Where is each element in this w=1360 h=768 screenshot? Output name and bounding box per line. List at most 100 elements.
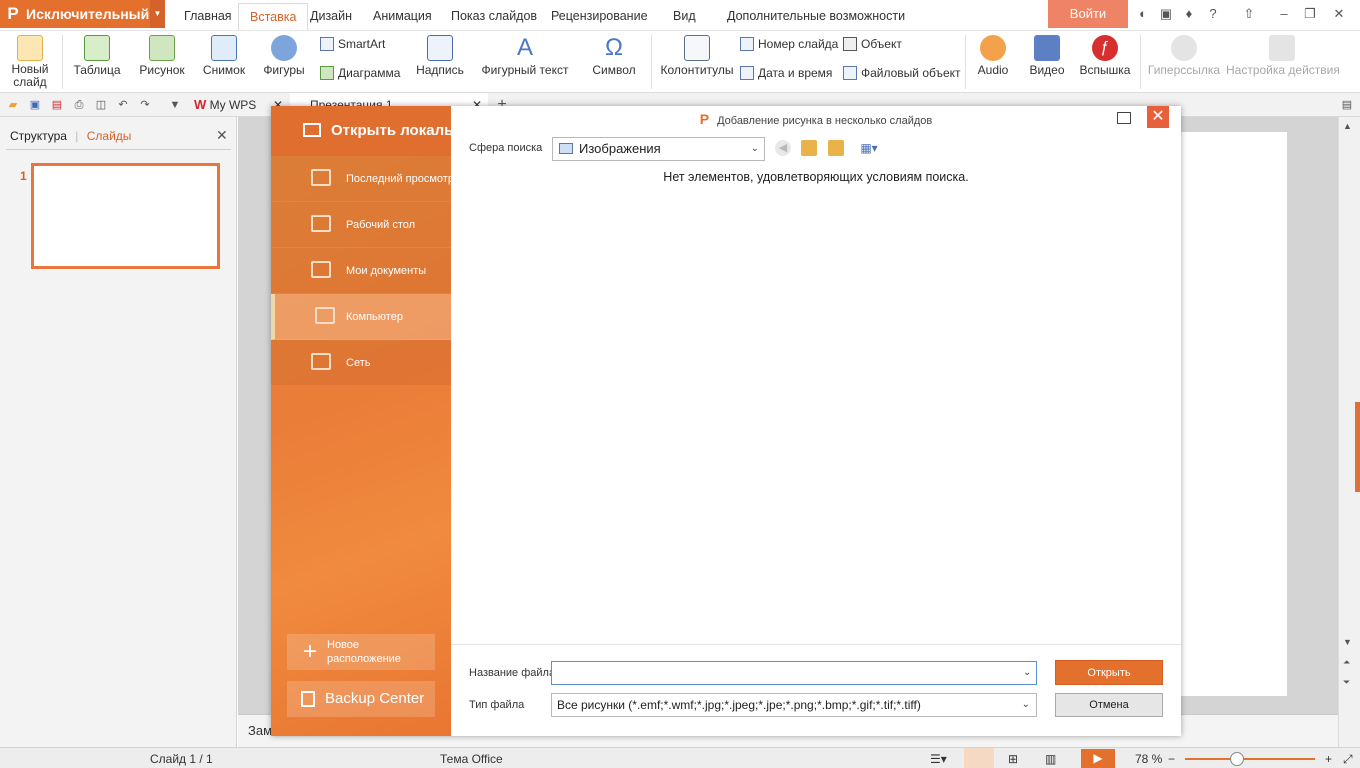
zoom-slider[interactable] (1185, 758, 1315, 760)
tab-design[interactable]: Дизайн (310, 9, 352, 23)
backup-icon (301, 691, 315, 707)
customize-dropdown-icon[interactable]: ▼ (168, 98, 182, 112)
fit-window-icon[interactable]: ⤢ (1343, 752, 1353, 767)
scope-select[interactable]: Изображения ⌄ (552, 137, 765, 161)
audio-button[interactable]: Audio (970, 31, 1016, 77)
shapes-button[interactable]: Фигуры (258, 31, 310, 77)
tab-home[interactable]: Главная (184, 9, 232, 23)
action-settings-button[interactable]: Настройка действия (1226, 31, 1340, 77)
cancel-button[interactable]: Отмена (1055, 693, 1163, 717)
textbox-button[interactable]: Надпись (410, 31, 470, 77)
video-button[interactable]: Видео (1022, 31, 1072, 77)
tab-slides[interactable]: Слайды (87, 129, 132, 143)
new-slide-button[interactable]: Новый слайд (4, 31, 56, 89)
print-preview-icon[interactable]: ◫ (94, 98, 108, 112)
backup-center-button[interactable]: Backup Center (287, 681, 435, 717)
reading-view-icon[interactable]: ▥ (1045, 752, 1056, 766)
object-button[interactable]: Объект (843, 37, 902, 51)
file-object-button[interactable]: Файловый объект (843, 66, 961, 80)
undo-icon[interactable]: ↶ (116, 98, 130, 112)
minimize-icon[interactable]: – (1275, 5, 1293, 23)
vertical-scrollbar[interactable]: ▲ ▼ ⏶ ⏷ (1338, 117, 1360, 747)
restore-icon[interactable]: ❐ (1301, 5, 1319, 23)
nav-desktop[interactable]: Рабочий стол (271, 202, 451, 248)
network-icon (311, 353, 331, 370)
symbol-button[interactable]: Ω Символ (585, 31, 643, 78)
open-icon[interactable]: ▰ (6, 98, 20, 112)
redo-icon[interactable]: ↷ (138, 98, 152, 112)
new-slide-icon (17, 35, 43, 61)
normal-view-icon[interactable] (964, 748, 994, 768)
skin-icon[interactable]: ◐ (1134, 5, 1152, 23)
smartart-button[interactable]: SmartArt (320, 37, 385, 51)
chevron-down-icon[interactable]: ⌄ (1023, 667, 1031, 678)
new-location-button[interactable]: + Новое расположение (287, 634, 435, 670)
insert-pictures-dialog: Открыть локальный Последний просмотр Раб… (271, 106, 1181, 736)
filetype-select[interactable]: Все рисунки (*.emf;*.wmf;*.jpg;*.jpeg;*.… (551, 693, 1037, 717)
nav-computer[interactable]: Компьютер (271, 294, 451, 340)
view-mode-icon[interactable]: ▦▾ (856, 140, 882, 156)
tab-slideshow[interactable]: Показ слайдов (451, 9, 537, 23)
screenshot-button[interactable]: Снимок (197, 31, 251, 77)
nav-documents[interactable]: Мои документы (271, 248, 451, 294)
close-pane-icon[interactable]: ✕ (216, 127, 228, 144)
filename-label: Название файла (469, 667, 556, 679)
flash-button[interactable]: ƒ Вспышка (1078, 31, 1132, 77)
app-menu-button[interactable]: P Исключительный ▼ (0, 0, 165, 28)
pictures-folder-icon (559, 143, 573, 154)
filename-input[interactable] (551, 661, 1037, 685)
picture-icon (149, 35, 175, 61)
nav-network[interactable]: Сеть (271, 340, 451, 386)
tab-animation[interactable]: Анимация (373, 9, 432, 23)
start-slideshow-button[interactable]: ▶ (1081, 749, 1115, 768)
notes-toggle-icon[interactable]: ☰▾ (930, 752, 947, 766)
new-folder-icon[interactable] (828, 140, 844, 156)
tab-review[interactable]: Рецензирование (551, 9, 648, 23)
hyperlink-button[interactable]: Гиперссылка (1146, 31, 1222, 77)
screenshot-icon (211, 35, 237, 61)
next-slide-icon[interactable]: ⏷ (1343, 677, 1350, 688)
maximize-icon[interactable] (1117, 112, 1131, 124)
zoom-out-icon[interactable]: − (1168, 752, 1175, 766)
scroll-down-icon[interactable]: ▼ (1343, 637, 1352, 647)
ribbon-separator (62, 35, 63, 89)
date-time-button[interactable]: Дата и время (740, 66, 832, 80)
slide-number-button[interactable]: Номер слайда (740, 37, 838, 51)
tab-extras[interactable]: Дополнительные возможности (727, 9, 905, 23)
open-button[interactable]: Открыть (1055, 660, 1163, 685)
slide-counter: Слайд 1 / 1 (150, 752, 213, 766)
header-footer-button[interactable]: Колонтитулы (660, 31, 734, 77)
tab-structure[interactable]: Структура (10, 129, 67, 143)
slide-thumbnail[interactable] (31, 163, 220, 269)
up-folder-icon[interactable] (801, 140, 817, 156)
help-icon[interactable]: ? (1204, 5, 1222, 23)
app-menu-label: Исключительный (26, 6, 150, 22)
zoom-in-icon[interactable]: + (1325, 752, 1332, 766)
template-icon[interactable]: ▣ (1157, 5, 1175, 23)
scroll-up-icon[interactable]: ▲ (1343, 121, 1352, 131)
app-menu-dropdown-icon[interactable]: ▼ (150, 0, 165, 28)
upload-icon[interactable]: ⇧ (1240, 5, 1258, 23)
diagram-button[interactable]: Диаграмма (320, 66, 400, 80)
print-icon[interactable]: ⎙ (72, 98, 86, 112)
dialog-close-button[interactable]: ✕ (1147, 106, 1169, 128)
export-pdf-icon[interactable]: ▤ (50, 98, 64, 112)
shirt-icon[interactable]: ♦ (1180, 5, 1198, 23)
save-icon[interactable]: ▣ (28, 98, 42, 112)
tab-insert[interactable]: Вставка (238, 3, 309, 30)
back-icon[interactable]: ◀ (775, 140, 791, 156)
ribbon-options-icon[interactable]: ▤ (1340, 98, 1354, 112)
slide-sorter-view-icon[interactable]: ⊞ (1008, 752, 1018, 766)
header-footer-icon (684, 35, 710, 61)
table-button[interactable]: Таблица (68, 31, 126, 77)
picture-button[interactable]: Рисунок (133, 31, 191, 77)
wordart-button[interactable]: A Фигурный текст (478, 31, 572, 78)
scroll-thumb[interactable] (1355, 402, 1360, 492)
nav-recent[interactable]: Последний просмотр (271, 156, 451, 202)
tab-view[interactable]: Вид (673, 9, 696, 23)
recent-icon (311, 169, 331, 186)
login-button[interactable]: Войти (1048, 0, 1128, 28)
close-window-icon[interactable]: ✕ (1330, 5, 1348, 23)
zoom-slider-thumb[interactable] (1230, 752, 1244, 766)
previous-slide-icon[interactable]: ⏶ (1343, 657, 1350, 668)
